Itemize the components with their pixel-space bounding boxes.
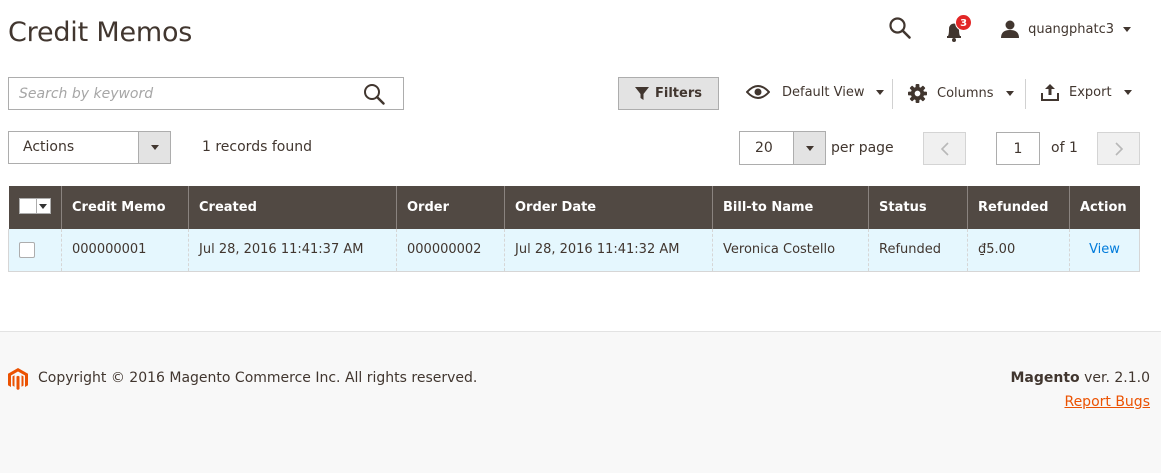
chevron-right-icon bbox=[1114, 141, 1123, 156]
dropdown-arrow bbox=[138, 132, 170, 163]
filter-icon bbox=[635, 86, 649, 100]
username: quangphatc3 bbox=[1028, 21, 1114, 37]
page-total: of 1 bbox=[1051, 140, 1078, 156]
column-header-status[interactable]: Status bbox=[868, 186, 968, 229]
cell-credit-memo: 000000001 bbox=[61, 229, 189, 272]
mass-actions-dropdown[interactable]: Actions bbox=[8, 131, 171, 164]
toolbar-divider bbox=[892, 79, 893, 109]
select-all-checkbox[interactable] bbox=[19, 199, 36, 213]
keyword-search bbox=[8, 77, 404, 110]
version-info: Magento ver. 2.1.0 bbox=[1010, 370, 1150, 386]
per-page-select[interactable]: 20 bbox=[739, 131, 826, 165]
gear-icon bbox=[908, 84, 927, 103]
cell-order-date: Jul 28, 2016 11:41:32 AM bbox=[504, 229, 713, 272]
columns-label: Columns bbox=[937, 86, 994, 101]
export-label: Export bbox=[1069, 85, 1112, 100]
row-select-cell bbox=[8, 229, 62, 272]
user-icon bbox=[1001, 20, 1020, 38]
chevron-down-icon bbox=[1123, 26, 1131, 32]
cell-bill-to-name: Veronica Costello bbox=[712, 229, 869, 272]
global-search-button[interactable] bbox=[888, 16, 914, 42]
chevron-down-icon bbox=[1005, 91, 1014, 96]
chevron-down-icon bbox=[876, 89, 885, 95]
column-header-created[interactable]: Created bbox=[188, 186, 397, 229]
next-page-button[interactable] bbox=[1097, 132, 1140, 165]
chevron-left-icon bbox=[940, 141, 949, 156]
copyright-text: Copyright © 2016 Magento Commerce Inc. A… bbox=[38, 370, 478, 386]
brand-name: Magento bbox=[1010, 370, 1080, 386]
cell-action: View bbox=[1069, 229, 1140, 272]
column-header-action: Action bbox=[1069, 186, 1140, 229]
cell-refunded: ₫5.00 bbox=[967, 229, 1070, 272]
header-actions: 3 quangphatc3 bbox=[888, 14, 1131, 42]
credit-memos-grid: Credit Memo Created Order Order Date Bil… bbox=[8, 186, 1140, 272]
search-icon bbox=[364, 84, 385, 105]
mass-select-dropdown[interactable] bbox=[18, 198, 51, 214]
page-footer: Copyright © 2016 Magento Commerce Inc. A… bbox=[0, 331, 1161, 473]
search-submit-button[interactable] bbox=[363, 83, 385, 105]
filters-label: Filters bbox=[655, 86, 702, 101]
columns-dropdown[interactable]: Columns bbox=[908, 84, 1014, 103]
toolbar-divider bbox=[1025, 79, 1026, 109]
previous-page-button[interactable] bbox=[923, 132, 966, 165]
chevron-down-icon bbox=[805, 145, 814, 151]
chevron-down-icon bbox=[150, 145, 159, 150]
actions-label: Actions bbox=[23, 139, 75, 155]
per-page-label: per page bbox=[831, 140, 894, 156]
notifications-button[interactable]: 3 bbox=[944, 14, 973, 42]
version-number: ver. 2.1.0 bbox=[1079, 370, 1150, 386]
view-link[interactable]: View bbox=[1089, 242, 1120, 257]
column-header-refunded[interactable]: Refunded bbox=[967, 186, 1070, 229]
column-header-bill-to-name[interactable]: Bill-to Name bbox=[712, 186, 869, 229]
mass-select-arrow[interactable] bbox=[35, 199, 50, 213]
column-header-order-date[interactable]: Order Date bbox=[504, 186, 713, 229]
chevron-down-icon bbox=[1123, 90, 1132, 95]
cell-order: 000000002 bbox=[396, 229, 505, 272]
search-input[interactable] bbox=[9, 78, 349, 109]
eye-icon bbox=[746, 85, 770, 99]
column-header-credit-memo[interactable]: Credit Memo bbox=[61, 186, 189, 229]
table-header-row: Credit Memo Created Order Order Date Bil… bbox=[8, 186, 1140, 229]
chevron-down-icon bbox=[39, 203, 47, 209]
cell-status: Refunded bbox=[868, 229, 968, 272]
page-title: Credit Memos bbox=[8, 17, 193, 48]
cell-created: Jul 28, 2016 11:41:37 AM bbox=[188, 229, 397, 272]
view-label: Default View bbox=[782, 84, 865, 100]
notification-count-badge: 3 bbox=[955, 14, 973, 31]
filters-button[interactable]: Filters bbox=[618, 77, 719, 110]
column-header-order[interactable]: Order bbox=[396, 186, 505, 229]
row-checkbox[interactable] bbox=[19, 241, 35, 258]
mass-select-header bbox=[8, 186, 62, 229]
magento-logo-icon bbox=[8, 368, 28, 390]
page-number-input[interactable] bbox=[996, 132, 1040, 165]
table-row: 000000001 Jul 28, 2016 11:41:37 AM 00000… bbox=[8, 229, 1140, 272]
dropdown-arrow bbox=[793, 132, 825, 164]
user-account-menu[interactable]: quangphatc3 bbox=[1000, 19, 1131, 39]
report-bugs-link[interactable]: Report Bugs bbox=[1064, 394, 1150, 410]
export-dropdown[interactable]: Export bbox=[1041, 84, 1132, 101]
records-found: 1 records found bbox=[202, 139, 312, 155]
search-icon bbox=[889, 17, 911, 39]
default-view-dropdown[interactable]: Default View bbox=[746, 84, 885, 100]
per-page-value: 20 bbox=[755, 140, 773, 156]
export-icon bbox=[1041, 84, 1059, 101]
